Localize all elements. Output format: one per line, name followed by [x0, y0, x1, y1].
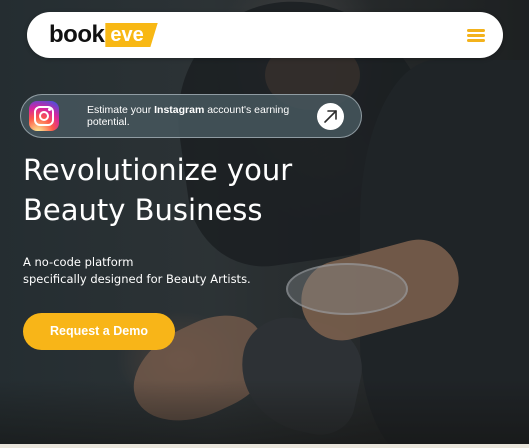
site-header: book eve [27, 12, 503, 58]
menu-bar [467, 34, 485, 37]
arrow-up-right-icon[interactable] [317, 103, 344, 130]
instagram-icon [29, 101, 59, 131]
logo[interactable]: book eve [49, 21, 158, 48]
menu-bar [467, 29, 485, 32]
logo-text-eve: eve [105, 23, 158, 47]
hero-subtext: A no-code platform specifically designed… [23, 254, 283, 288]
headline-line-1: Revolutionize your [23, 153, 293, 187]
subtext-line-1: A no-code platform [23, 255, 134, 269]
bottom-edge-strip [0, 444, 529, 448]
banner-text-bold: Instagram [154, 104, 205, 116]
subtext-line-2: specifically designed for Beauty Artists… [23, 272, 251, 286]
headline-line-2: Beauty Business [23, 193, 263, 227]
menu-bar [467, 39, 485, 42]
banner-text-prefix: Estimate your [87, 104, 155, 116]
hero-headline: Revolutionize your Beauty Business [23, 150, 353, 230]
instagram-banner-text: Estimate your Instagram account's earnin… [87, 104, 317, 128]
hamburger-menu-icon[interactable] [465, 27, 487, 44]
logo-text-book: book [49, 21, 105, 48]
instagram-estimate-banner[interactable]: Estimate your Instagram account's earnin… [20, 94, 362, 138]
request-demo-button[interactable]: Request a Demo [23, 313, 175, 350]
